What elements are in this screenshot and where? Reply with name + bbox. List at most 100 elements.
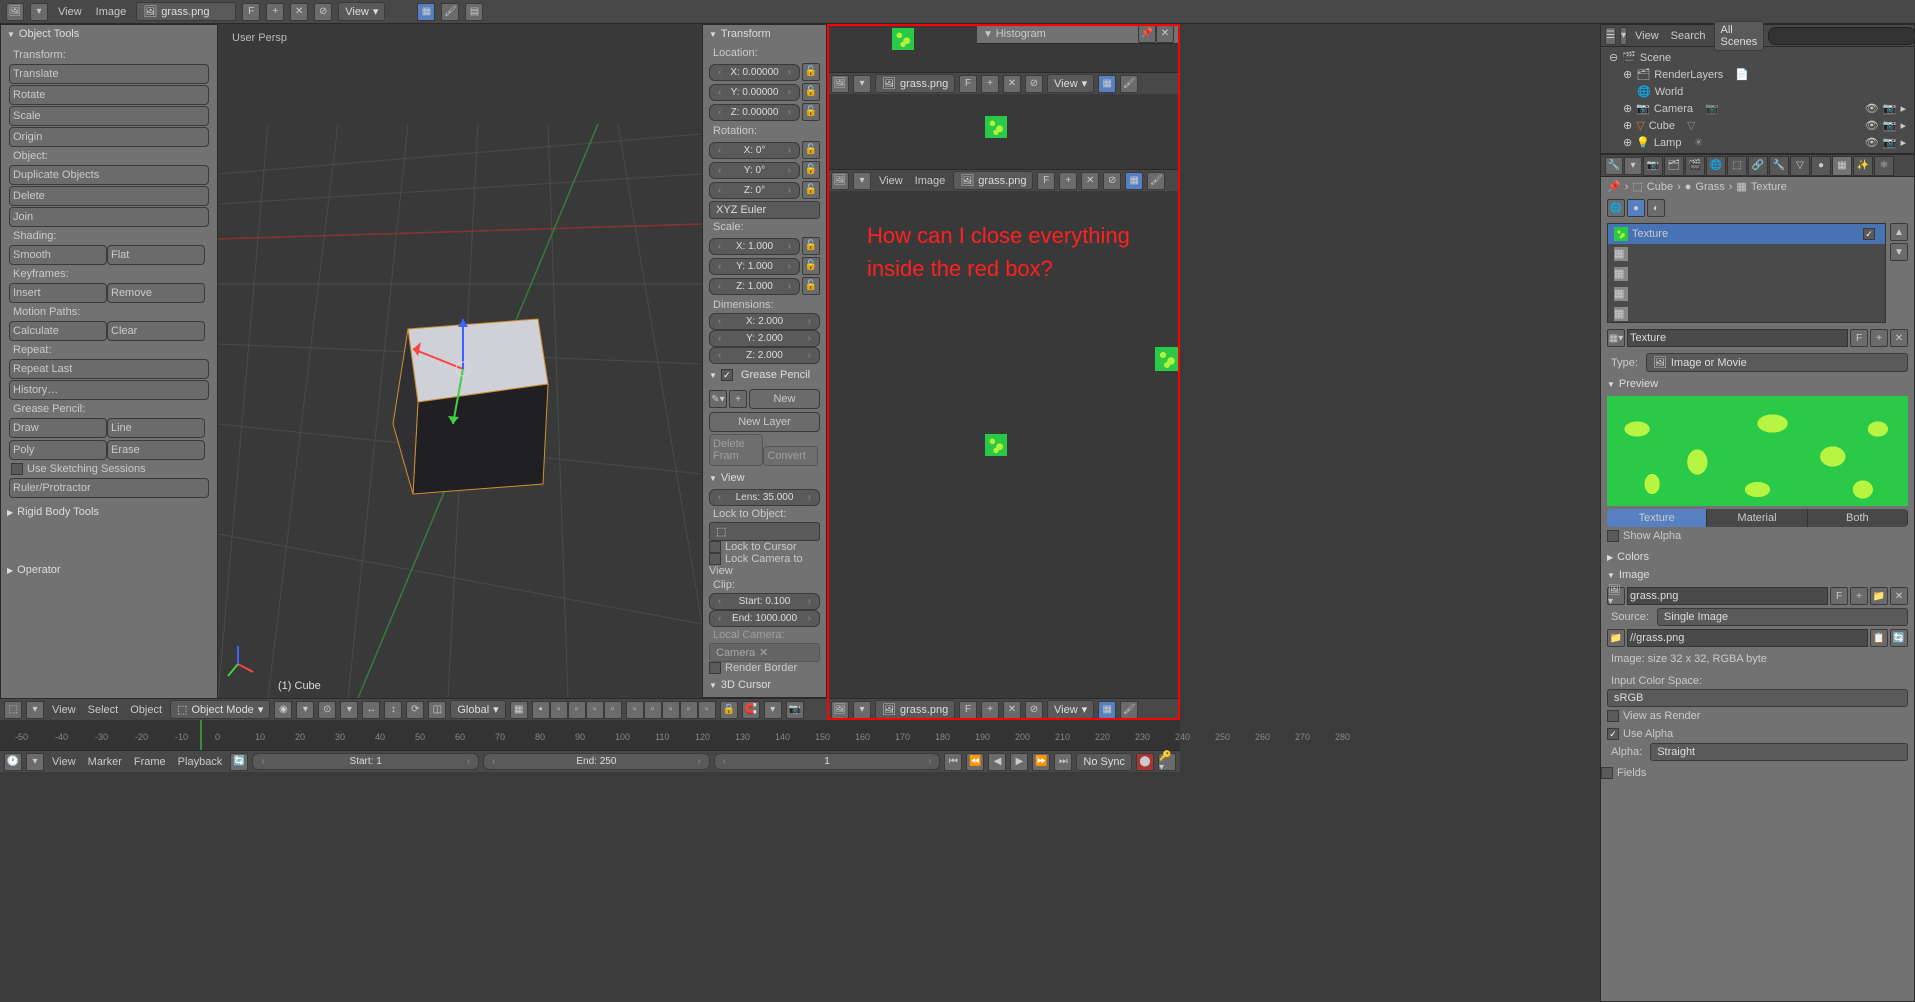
img-path-field[interactable]	[1627, 629, 1868, 647]
tree-world[interactable]: 🌐World	[1603, 83, 1912, 100]
histogram-label[interactable]: ▼ Histogram	[983, 28, 1046, 40]
tex-item-1[interactable]: ▦	[1608, 244, 1885, 264]
tex-item-2[interactable]: ▦	[1608, 264, 1885, 284]
editor-type-icon[interactable]: ☰	[1605, 27, 1616, 45]
jump-end[interactable]: ⏭	[1054, 753, 1072, 771]
ctx-world[interactable]: 🌐	[1607, 199, 1625, 217]
play[interactable]: ▶	[1010, 753, 1028, 771]
operator-header[interactable]: Operator	[1, 561, 217, 579]
scale-button[interactable]: Scale	[9, 106, 209, 126]
scl-z[interactable]: Z: 1.000	[709, 278, 800, 295]
show-alpha-cb[interactable]	[1607, 530, 1619, 542]
layers-1[interactable]: ▦	[510, 701, 528, 719]
pin-icon[interactable]: 📌	[1138, 25, 1156, 43]
repeat-last-button[interactable]: Repeat Last	[9, 359, 209, 379]
insert-button[interactable]: Insert	[9, 283, 107, 303]
snap-type[interactable]: ▾	[764, 701, 782, 719]
uv-button[interactable]: ▦	[417, 3, 435, 21]
editor-type-icon[interactable]: 🔧	[1605, 157, 1623, 175]
jump-start[interactable]: ⏮	[944, 753, 962, 771]
tree-renderlayers[interactable]: ⊕🗂RenderLayers📄	[1603, 66, 1912, 83]
menu-search[interactable]: Search	[1667, 28, 1710, 44]
tab-texture[interactable]: ▦	[1832, 156, 1852, 176]
snap-btn[interactable]: 🧲	[742, 701, 760, 719]
rot-mode[interactable]: XYZ Euler	[709, 201, 820, 219]
menu-frame[interactable]: Frame	[130, 754, 170, 770]
image-dd-3[interactable]: 🖼 grass.png	[875, 700, 955, 719]
texture-list[interactable]: Texture ▦ ▦ ▦ ▦	[1607, 223, 1886, 323]
img-name-field[interactable]	[1627, 587, 1828, 605]
keyframe-prev[interactable]: ⏪	[966, 753, 984, 771]
alpha-dd[interactable]: Straight	[1650, 743, 1908, 761]
gp-newlayer-button[interactable]: New Layer	[709, 412, 820, 432]
clear-button[interactable]: Clear	[107, 321, 205, 341]
paint-button[interactable]: 🖌	[441, 3, 459, 21]
plus-btn[interactable]: +	[1870, 329, 1888, 347]
tree-camera[interactable]: ⊕📷Camera📷👁📷▸	[1603, 100, 1912, 117]
preview-header[interactable]: Preview	[1601, 375, 1914, 393]
tab-layers[interactable]: 🗂	[1664, 156, 1684, 176]
search-input[interactable]	[1768, 27, 1915, 45]
tab-texture[interactable]: Texture	[1607, 509, 1707, 527]
rborder-cb[interactable]	[709, 662, 721, 674]
remove-button[interactable]: Remove	[107, 283, 205, 303]
object-tools-header[interactable]: Object Tools	[1, 25, 217, 43]
menu-view[interactable]: View	[48, 754, 80, 770]
dim-x[interactable]: X: 2.000	[709, 313, 820, 330]
poly-button[interactable]: Poly	[9, 440, 107, 460]
tab-material[interactable]: Material	[1707, 509, 1807, 527]
f-button[interactable]: F	[242, 3, 260, 21]
list-down[interactable]: ▼	[1890, 243, 1908, 261]
loc-z[interactable]: Z: 0.00000	[709, 104, 800, 121]
image-selector[interactable]: 🖼 grass.png	[136, 2, 236, 21]
scl-y[interactable]: Y: 1.000	[709, 258, 800, 275]
mode-dropdown[interactable]: ⬚ Object Mode ▾	[170, 700, 270, 719]
editor-type-icon[interactable]: 🖼	[831, 75, 849, 93]
manip-scale[interactable]: ◫	[428, 701, 446, 719]
key-btn[interactable]: 🔑▾	[1158, 753, 1176, 771]
erase-button[interactable]: Erase	[107, 440, 205, 460]
f-btn[interactable]: F	[959, 75, 977, 93]
image-dd-1[interactable]: 🖼 grass.png	[875, 74, 955, 93]
list-up[interactable]: ▲	[1890, 223, 1908, 241]
type-dd[interactable]: 🖼 Image or Movie	[1646, 353, 1908, 372]
playhead[interactable]	[200, 720, 202, 750]
menu-view[interactable]: View	[1631, 28, 1663, 44]
x-btn[interactable]: ✕	[1890, 329, 1908, 347]
cs-dd[interactable]: sRGB	[1607, 689, 1908, 707]
view-dropdown[interactable]: View▾	[338, 2, 385, 21]
lockcam-cb[interactable]	[709, 553, 721, 565]
current-field[interactable]: 1	[714, 753, 941, 770]
rot-y[interactable]: Y: 0°	[709, 162, 800, 179]
tab-material[interactable]: ●	[1811, 156, 1831, 176]
tab-scene[interactable]: 🎬	[1685, 156, 1705, 176]
range-btn[interactable]: 🔄	[230, 753, 248, 771]
manipulator-btn[interactable]: ↔	[362, 701, 380, 719]
tab-constraints[interactable]: 🔗	[1748, 156, 1768, 176]
tab-physics[interactable]: ⚛	[1874, 156, 1894, 176]
delete-button[interactable]: Delete	[9, 186, 209, 206]
clip-end[interactable]: End: 1000.000	[709, 610, 820, 627]
img-browse[interactable]: 🖼▾	[1607, 587, 1625, 605]
menu-view[interactable]: View	[875, 173, 907, 189]
rigid-body-header[interactable]: Rigid Body Tools	[1, 503, 217, 521]
menu-image[interactable]: Image	[92, 4, 131, 20]
sync-dd[interactable]: No Sync	[1076, 753, 1132, 771]
translate-button[interactable]: Translate	[9, 64, 209, 84]
scl-x[interactable]: X: 1.000	[709, 238, 800, 255]
editor-type-icon[interactable]: ⬚	[4, 701, 22, 719]
use-alpha-cb[interactable]	[1607, 728, 1619, 740]
lock-icon[interactable]: 🔓	[802, 63, 820, 81]
join-button[interactable]: Join	[9, 207, 209, 227]
menu-marker[interactable]: Marker	[84, 754, 126, 770]
timeline-track[interactable]: -50-40-30-20-100102030405060708090100110…	[0, 720, 1180, 750]
calculate-button[interactable]: Calculate	[9, 321, 107, 341]
tab-render[interactable]: 📷	[1643, 156, 1663, 176]
gp-header[interactable]: Grease Pencil	[703, 366, 826, 384]
image-header[interactable]: Image	[1601, 566, 1914, 584]
clip-start[interactable]: Start: 0.100	[709, 593, 820, 610]
transform-header[interactable]: Transform	[703, 25, 826, 43]
draw-button[interactable]: Draw	[9, 418, 107, 438]
ctx-other[interactable]: ◐	[1647, 199, 1665, 217]
tab-both[interactable]: Both	[1808, 509, 1908, 527]
